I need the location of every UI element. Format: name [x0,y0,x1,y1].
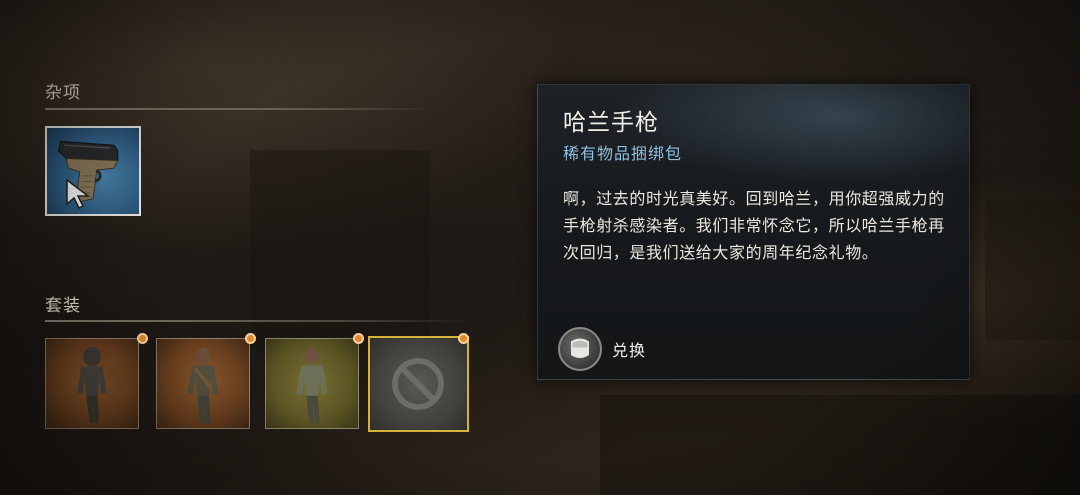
jacket-survivor-outfit-icon [187,347,219,424]
item-title: 哈兰手枪 [563,110,659,136]
item-rarity-subtitle: 稀有物品捆绑包 [563,144,683,163]
outfit-slot-green-shirt[interactable] [265,338,359,429]
redeem-button[interactable]: 兑换 [558,325,646,373]
new-badge [458,333,469,344]
new-badge [245,333,256,344]
inventory-slot-pistol[interactable] [45,126,141,216]
outfit-slot-jacket[interactable] [156,338,250,429]
background-ruin [985,200,1080,340]
outfit-slot-locked[interactable] [368,336,469,432]
outfit-slot-hooded[interactable] [45,338,139,429]
section-divider [45,108,435,110]
cursor-icon [66,178,91,210]
unavailable-icon [392,358,444,410]
inventory-screen: 杂项 套装 哈兰手枪 稀有物品捆绑包 啊，过去的时光真美好。回到哈兰，用你超强威… [0,0,1080,495]
new-badge [353,333,364,344]
item-description: 啊，过去的时光真美好。回到哈兰，用你超强威力的手枪射杀感染者。我们非常怀念它，所… [563,189,945,262]
background-ruin [600,395,1080,495]
hooded-survivor-outfit-icon [77,346,107,424]
green-shirt-outfit-icon [296,347,328,424]
section-title-outfits: 套装 [45,296,81,316]
redeem-label: 兑换 [612,341,647,360]
gamepad-button-icon [558,327,602,371]
section-title-misc: 杂项 [45,83,81,103]
section-divider [45,320,470,322]
new-badge [137,333,148,344]
item-detail-card: 哈兰手枪 稀有物品捆绑包 啊，过去的时光真美好。回到哈兰，用你超强威力的手枪射杀… [537,84,970,380]
